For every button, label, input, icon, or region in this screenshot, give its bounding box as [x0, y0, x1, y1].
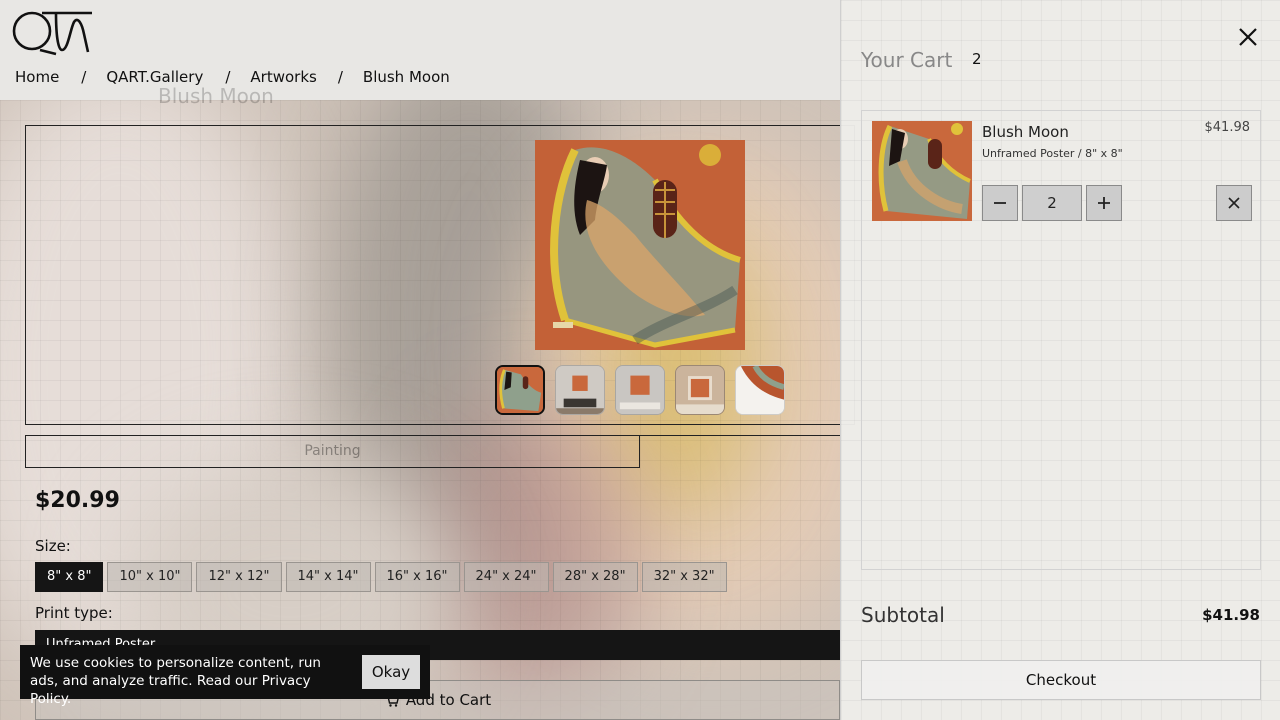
- minus-icon: [994, 202, 1006, 204]
- main-artwork-image[interactable]: [535, 140, 745, 350]
- print-type-label: Print type:: [35, 604, 113, 622]
- cart-item-variant: Unframed Poster / 8" x 8": [982, 147, 1123, 160]
- cookie-text: We use cookies to personalize content, r…: [30, 655, 321, 707]
- size-label: Size:: [35, 537, 71, 555]
- close-icon[interactable]: [1237, 26, 1259, 48]
- quantity-field[interactable]: 2: [1022, 185, 1082, 221]
- cart-item-list: Blush Moon $41.98 Unframed Poster / 8" x…: [861, 110, 1261, 570]
- increase-quantity-button[interactable]: [1086, 185, 1122, 221]
- cart-drawer: Your Cart 2 Blush Moon $41.98 Unframed P…: [840, 0, 1280, 720]
- cookie-banner: We use cookies to personalize content, r…: [20, 645, 430, 707]
- size-option-16x16[interactable]: 16" x 16": [374, 562, 460, 592]
- product-price: $20.99: [35, 488, 120, 513]
- size-option-8x8[interactable]: 8" x 8": [35, 562, 104, 592]
- thumbnail-room-3[interactable]: [675, 365, 725, 415]
- decrease-quantity-button[interactable]: [982, 185, 1018, 221]
- cart-item-thumbnail: [872, 121, 972, 221]
- size-options: 8" x 8" 10" x 10" 12" x 12" 14" x 14" 16…: [35, 562, 727, 592]
- size-option-24x24[interactable]: 24" x 24": [463, 562, 549, 592]
- size-option-10x10[interactable]: 10" x 10": [107, 562, 193, 592]
- size-option-28x28[interactable]: 28" x 28": [552, 562, 638, 592]
- size-option-14x14[interactable]: 14" x 14": [285, 562, 371, 592]
- size-option-32x32[interactable]: 32" x 32": [641, 562, 727, 592]
- checkout-button[interactable]: Checkout: [861, 660, 1261, 700]
- cart-item-name[interactable]: Blush Moon: [982, 123, 1069, 141]
- thumbnail-artwork[interactable]: [495, 365, 545, 415]
- cart-item-price: $41.98: [1204, 120, 1251, 135]
- thumbnail-room-1[interactable]: [555, 365, 605, 415]
- divider: [640, 435, 840, 436]
- cookie-okay-button[interactable]: Okay: [362, 655, 420, 689]
- plus-icon: [1098, 197, 1110, 209]
- subtotal-label: Subtotal: [861, 603, 945, 627]
- cart-title: Your Cart: [861, 48, 953, 72]
- thumbnail-room-2[interactable]: [615, 365, 665, 415]
- cart-count: 2: [972, 50, 982, 68]
- thumbnail-strip: [495, 365, 785, 415]
- subtotal-value: $41.98: [1202, 606, 1260, 624]
- remove-item-button[interactable]: [1216, 185, 1252, 221]
- tab-painting[interactable]: Painting: [25, 435, 640, 468]
- breadcrumb-current: Blush Moon: [362, 68, 450, 86]
- product-title: Blush Moon: [158, 84, 274, 108]
- qart-logo[interactable]: [12, 10, 94, 56]
- breadcrumb-separator: /: [337, 68, 343, 86]
- close-icon: [1228, 197, 1240, 209]
- size-option-12x12[interactable]: 12" x 12": [196, 562, 282, 592]
- thumbnail-poster[interactable]: [735, 365, 785, 415]
